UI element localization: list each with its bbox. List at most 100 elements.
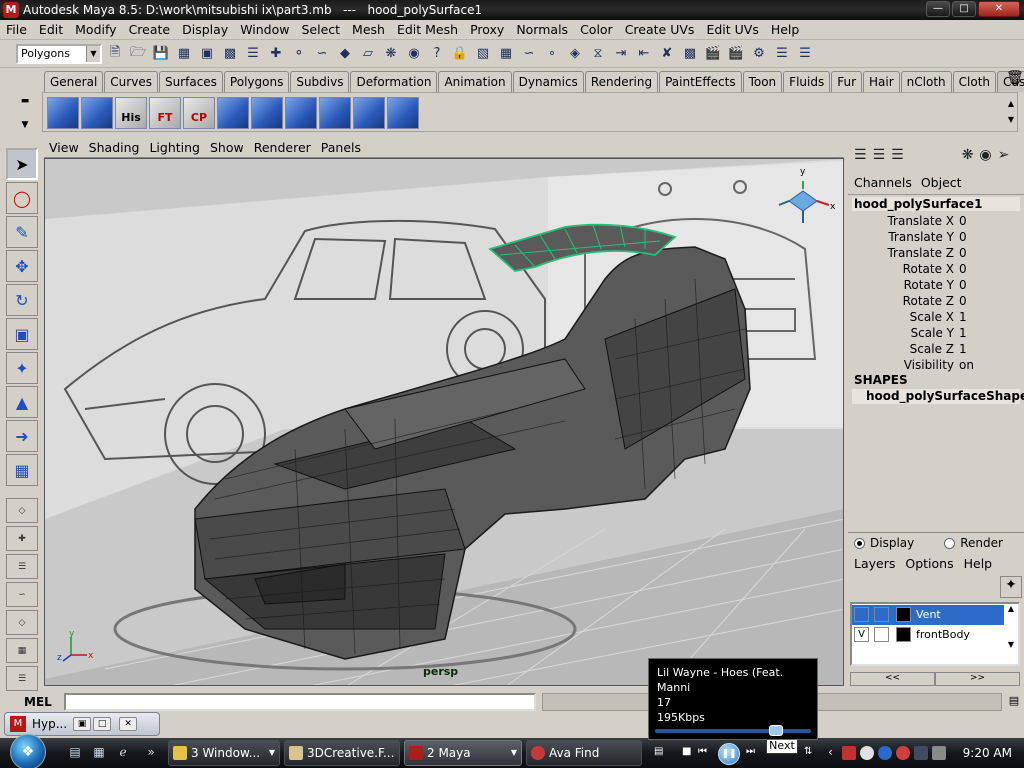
panel-menu-renderer[interactable]: Renderer <box>249 140 316 155</box>
mel-label[interactable]: MEL <box>24 695 52 709</box>
channel-row[interactable]: Scale Y 1 <box>848 325 1024 341</box>
menu-edit[interactable]: Edit <box>33 22 69 37</box>
next-icon[interactable]: ⏭ <box>746 746 755 757</box>
menu-normals[interactable]: Normals <box>510 22 574 37</box>
shelf-tab-polygons[interactable]: Polygons <box>223 71 290 92</box>
channel-value[interactable]: on <box>959 357 974 373</box>
persp-graph-hypergraph-layout-icon[interactable]: ▦ <box>6 638 38 663</box>
shelf-button-insert-edge[interactable] <box>285 97 317 129</box>
channel-value[interactable]: 0 <box>959 245 967 261</box>
persp-outliner-layout-icon[interactable]: ☰ <box>6 554 38 579</box>
layer-next-button[interactable]: >> <box>935 672 1020 686</box>
last-tool-icon[interactable]: ▦ <box>6 454 38 486</box>
move-tool-icon[interactable]: ✥ <box>6 250 38 282</box>
channel-row[interactable]: Visibility on <box>848 357 1024 373</box>
lock-selection-icon[interactable]: 🔒 <box>450 44 470 64</box>
shelf-button-cp[interactable]: CP <box>183 97 215 129</box>
shelf-tab-surfaces[interactable]: Surfaces <box>158 71 223 92</box>
channel-value[interactable]: 1 <box>959 325 967 341</box>
maximize-small-button[interactable]: □ <box>93 717 112 731</box>
shelf-tab-subdivs[interactable]: Subdivs <box>290 71 350 92</box>
snap-grid-icon[interactable]: ▦ <box>496 44 516 64</box>
script-editor-icon[interactable]: ▤ <box>1006 694 1022 710</box>
channel-value[interactable]: 0 <box>959 229 967 245</box>
select-component-icon[interactable]: ▩ <box>220 44 240 64</box>
close-small-button[interactable]: ✕ <box>119 717 138 731</box>
save-scene-icon[interactable]: 💾 <box>151 44 171 64</box>
channel-value[interactable]: 1 <box>959 341 967 357</box>
menu-create[interactable]: Create <box>123 22 177 37</box>
shelf-button-select-edge[interactable] <box>319 97 351 129</box>
shelf-collapse-icon[interactable]: ▬ <box>21 96 30 106</box>
layer-playback-toggle[interactable] <box>874 627 889 642</box>
custom-layout-icon[interactable]: ☰ <box>6 666 38 691</box>
four-view-layout-icon[interactable]: ✚ <box>6 526 38 551</box>
menu-edit-mesh[interactable]: Edit Mesh <box>391 22 464 37</box>
snap-point-icon[interactable]: ∘ <box>542 44 562 64</box>
select-object-icon[interactable]: ▣ <box>197 44 217 64</box>
menu-display[interactable]: Display <box>176 22 234 37</box>
arrow-icon[interactable]: ➢ <box>998 147 1010 163</box>
panel-menu-panels[interactable]: Panels <box>316 140 366 155</box>
channel-row[interactable]: Scale Z 1 <box>848 341 1024 357</box>
new-scene-icon[interactable]: 🗎 <box>105 44 125 64</box>
layer-help-menu[interactable]: Help <box>958 556 997 571</box>
select-hierarchy-icon[interactable]: ▦ <box>174 44 194 64</box>
previous-icon[interactable]: ⏮ <box>698 746 707 757</box>
tray-security-icon[interactable] <box>896 746 910 760</box>
options-menu[interactable]: Options <box>899 556 957 571</box>
shelf-tab-general[interactable]: General <box>44 71 104 92</box>
shelf-tab-fur[interactable]: Fur <box>831 71 863 92</box>
channel-row[interactable]: Translate X 0 <box>848 213 1024 229</box>
shading-ball-icon[interactable]: ◉ <box>979 147 991 163</box>
make-live-icon[interactable]: ⧖ <box>588 44 608 64</box>
shelf-button-smooth[interactable] <box>217 97 249 129</box>
shelf-tab-fluids[interactable]: Fluids <box>783 71 831 92</box>
hypershade-layout-icon[interactable]: ◇ <box>6 610 38 635</box>
object-menu[interactable]: Object <box>915 175 965 190</box>
menu-set-dropdown[interactable]: Polygons ▼ <box>16 43 102 64</box>
render-radio[interactable] <box>944 538 956 549</box>
show-manipulator-icon[interactable]: ➜ <box>6 420 38 452</box>
pause-button[interactable]: ❚❚ <box>718 743 740 765</box>
quicklaunch-overflow-icon[interactable]: » <box>142 745 160 761</box>
taskbar-button-maya[interactable]: 2 Maya ▼ <box>404 740 522 766</box>
shelf-tab-dynamics[interactable]: Dynamics <box>512 71 584 92</box>
ipr-render-icon[interactable]: 🎬 <box>726 44 746 64</box>
layer-list-scrollbar[interactable]: ▲ ▼ <box>1004 604 1018 664</box>
mel-input[interactable] <box>64 693 536 711</box>
channel-value[interactable]: 0 <box>959 277 967 293</box>
clock[interactable]: 9:20 AM <box>963 746 1012 760</box>
surface-mask-icon[interactable]: ◆ <box>335 44 355 64</box>
shelf-tab-cloth[interactable]: Cloth <box>952 71 997 92</box>
internet-explorer-icon[interactable]: ℯ <box>114 745 132 761</box>
channel-row[interactable]: Rotate Y 0 <box>848 277 1024 293</box>
panel-menu-shading[interactable]: Shading <box>84 140 145 155</box>
taskbar-button-3dcreative[interactable]: 3DCreative.F... <box>284 740 400 766</box>
shelf-tab-ncloth[interactable]: nCloth <box>900 71 952 92</box>
display-radio[interactable] <box>854 538 865 549</box>
channel-value[interactable]: 1 <box>959 309 967 325</box>
attribute-editor-icon[interactable]: ☰ <box>873 147 886 163</box>
menu-window[interactable]: Window <box>234 22 295 37</box>
maximize-button[interactable]: □ <box>952 1 976 17</box>
shelf-tab-hair[interactable]: Hair <box>863 71 900 92</box>
shelf-tab-curves[interactable]: Curves <box>104 71 158 92</box>
channel-row[interactable]: Scale X 1 <box>848 309 1024 325</box>
create-layer-icon[interactable]: ✦ <box>1000 576 1022 598</box>
minimized-hypershade-window[interactable]: M Hyp... ▣ □ ✕ <box>4 712 160 736</box>
menu-file[interactable]: File <box>0 22 33 37</box>
shelf-tab-deformation[interactable]: Deformation <box>350 71 438 92</box>
stop-icon[interactable]: ■ <box>682 746 691 757</box>
highlight-selection-icon[interactable]: ▧ <box>473 44 493 64</box>
menu-mesh[interactable]: Mesh <box>346 22 391 37</box>
restore-button[interactable]: ▣ <box>73 717 92 731</box>
output-ops-icon[interactable]: ⇤ <box>634 44 654 64</box>
minimize-button[interactable]: — <box>926 1 950 17</box>
filter-icon[interactable]: ☰ <box>243 44 263 64</box>
channel-row[interactable]: Rotate Z 0 <box>848 293 1024 309</box>
toggle-attribute-editor-icon[interactable]: ☰ <box>772 44 792 64</box>
shelf-tab-toon[interactable]: Toon <box>742 71 783 92</box>
snap-curve-icon[interactable]: ∽ <box>519 44 539 64</box>
volume-icon[interactable]: ⇅ <box>804 746 812 757</box>
